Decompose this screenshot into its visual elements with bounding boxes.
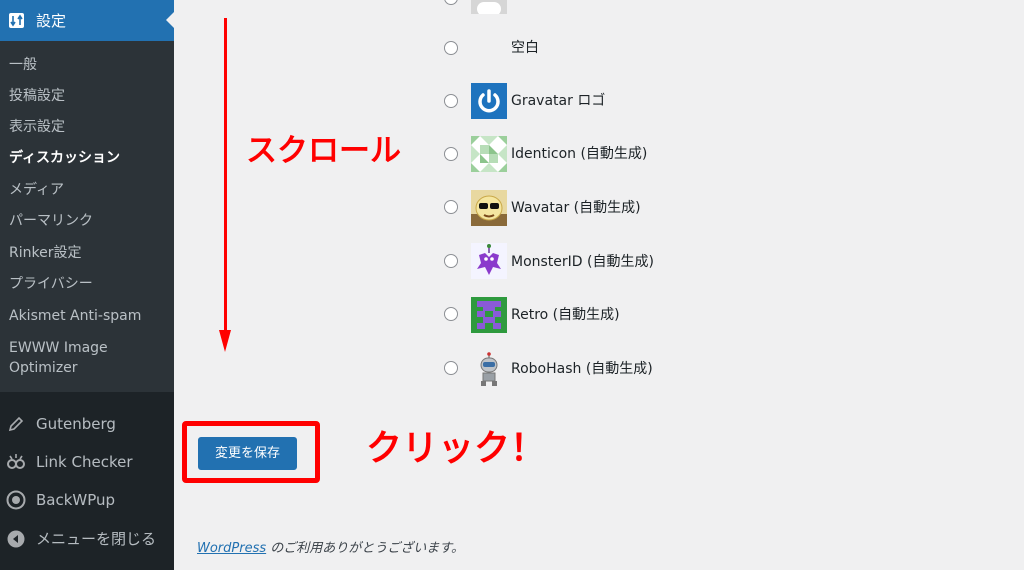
submenu-rinker[interactable]: Rinker設定 <box>9 243 81 263</box>
avatar-label-monsterid: MonsterID (自動生成) <box>511 254 654 270</box>
settings-submenu: 一般 投稿設定 表示設定 ディスカッション メディア パーマリンク Rinker… <box>0 41 174 392</box>
submenu-akismet[interactable]: Akismet Anti-spam <box>9 306 141 326</box>
menu-gutenberg-label: Gutenberg <box>36 415 116 433</box>
save-changes-button[interactable]: 変更を保存 <box>198 437 297 470</box>
admin-footer: WordPress のご利用ありがとうございます。 <box>197 540 464 558</box>
identicon-icon <box>471 136 507 172</box>
menu-link-checker[interactable]: Link Checker <box>0 447 174 477</box>
menu-backwpup[interactable]: BackWPup <box>0 485 174 515</box>
link-icon <box>7 454 25 469</box>
backwpup-icon <box>6 490 26 510</box>
avatar-radio-identicon[interactable] <box>444 147 458 161</box>
current-menu-pointer <box>166 12 174 28</box>
submenu-ewww[interactable]: EWWW Image Optimizer <box>9 338 159 378</box>
collapse-menu-label: メニューを閉じる <box>36 530 157 548</box>
submenu-discussion[interactable]: ディスカッション <box>9 148 120 168</box>
avatar-radio-blank[interactable] <box>444 41 458 55</box>
submenu-reading[interactable]: 表示設定 <box>9 117 65 137</box>
collapse-icon <box>7 530 25 548</box>
scroll-annotation: スクロール <box>246 133 401 169</box>
avatar-radio-wavatar[interactable] <box>444 200 458 214</box>
avatar-radio-retro[interactable] <box>444 307 458 321</box>
gravatar-logo-icon <box>471 83 507 119</box>
menu-gutenberg[interactable]: Gutenberg <box>0 409 174 439</box>
wordpress-link[interactable]: WordPress <box>197 541 266 556</box>
settings-icon <box>9 13 24 28</box>
avatar-label-wavatar: Wavatar (自動生成) <box>511 200 641 216</box>
robohash-icon <box>471 351 507 387</box>
wavatar-icon <box>471 190 507 226</box>
menu-link-checker-label: Link Checker <box>36 453 133 471</box>
menu-backwpup-label: BackWPup <box>36 491 116 509</box>
scroll-arrow-head <box>219 330 231 352</box>
avatar-label-robohash: RoboHash (自動生成) <box>511 361 653 377</box>
submenu-permalinks[interactable]: パーマリンク <box>9 211 93 231</box>
submenu-writing[interactable]: 投稿設定 <box>9 86 65 106</box>
menu-settings-label: 設定 <box>36 12 67 30</box>
menu-settings[interactable]: 設定 <box>0 0 174 41</box>
avatar-label-retro: Retro (自動生成) <box>511 307 620 323</box>
footer-thanks-text: のご利用ありがとうございます。 <box>266 541 464 556</box>
avatar-radio-monsterid[interactable] <box>444 254 458 268</box>
retro-icon <box>471 297 507 333</box>
avatar-radio-gravatar[interactable] <box>444 94 458 108</box>
collapse-menu[interactable]: メニューを閉じる <box>0 524 174 554</box>
monsterid-icon <box>471 243 507 279</box>
submenu-privacy[interactable]: プライバシー <box>9 274 93 294</box>
blank-avatar-icon <box>471 30 507 66</box>
avatar-radio-partial[interactable] <box>444 0 458 5</box>
avatar-label-identicon: Identicon (自動生成) <box>511 146 648 162</box>
admin-sidebar: 設定 一般 投稿設定 表示設定 ディスカッション メディア パーマリンク Rin… <box>0 0 174 570</box>
avatar-label-blank: 空白 <box>511 40 539 56</box>
pencil-icon <box>8 416 24 432</box>
submenu-media[interactable]: メディア <box>9 180 64 200</box>
click-annotation: クリック！ <box>366 428 547 469</box>
mystery-person-icon <box>471 0 507 14</box>
submenu-general[interactable]: 一般 <box>9 55 37 75</box>
avatar-radio-robohash[interactable] <box>444 361 458 375</box>
avatar-label-gravatar: Gravatar ロゴ <box>511 93 606 109</box>
scroll-arrow-shaft <box>224 18 227 332</box>
